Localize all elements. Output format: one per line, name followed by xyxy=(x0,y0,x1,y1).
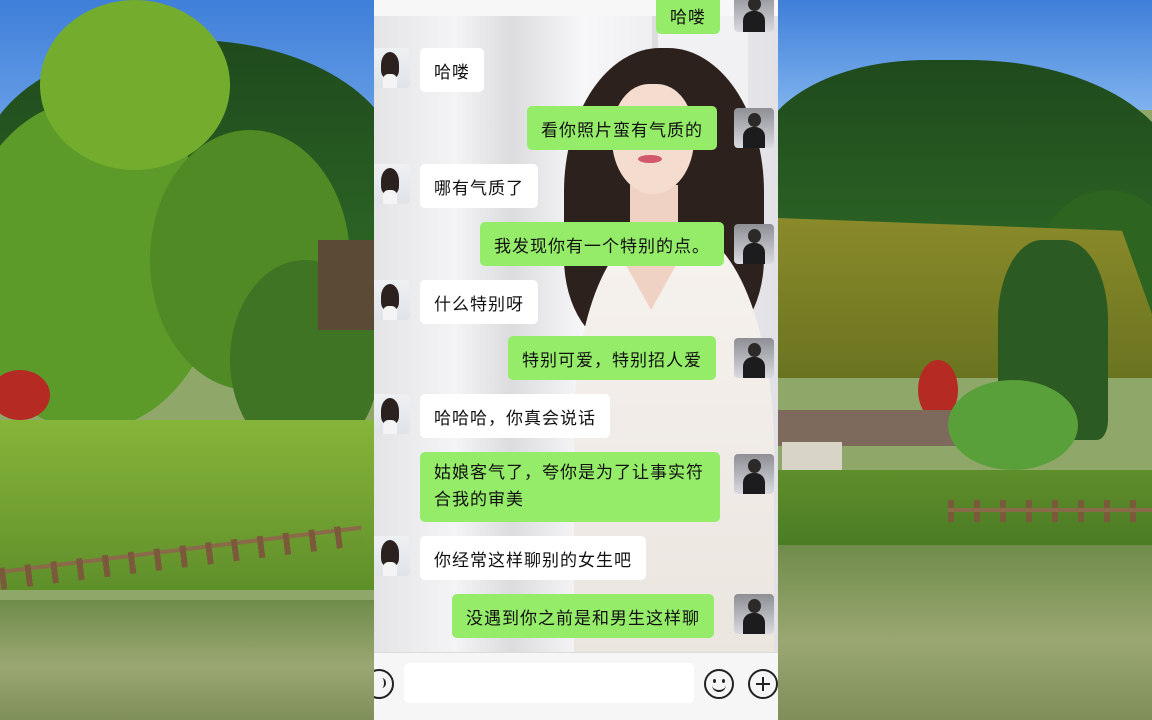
voice-icon[interactable] xyxy=(374,669,394,699)
avatar-her-icon[interactable] xyxy=(374,48,410,88)
message-bubble-sent[interactable]: 特别可爱，特别招人爱 xyxy=(508,336,716,380)
avatar-her-icon[interactable] xyxy=(374,164,410,204)
right-scenery-panel xyxy=(778,0,1152,720)
avatar-her-icon[interactable] xyxy=(374,280,410,320)
left-scenery-panel xyxy=(0,0,374,720)
avatar-her-icon[interactable] xyxy=(374,536,410,576)
message-input[interactable] xyxy=(404,663,694,703)
shed-roof xyxy=(778,410,964,446)
hut-roof xyxy=(318,240,374,330)
avatar-me-icon[interactable] xyxy=(734,108,774,148)
pond xyxy=(778,545,1152,720)
chat-screen: 哈喽 哈喽 看你照片蛮有气质的 哪有气质了 我发现你有一个特别的点。 什么特别呀… xyxy=(374,0,778,720)
tree xyxy=(40,0,230,170)
avatar-me-icon[interactable] xyxy=(734,454,774,494)
bush xyxy=(948,380,1078,470)
message-bubble-sent[interactable]: 我发现你有一个特别的点。 xyxy=(480,222,724,266)
emoji-icon[interactable] xyxy=(704,669,734,699)
plus-icon[interactable] xyxy=(748,669,778,699)
avatar-her-icon[interactable] xyxy=(374,394,410,434)
message-bubble-received[interactable]: 哈喽 xyxy=(420,48,484,92)
message-bubble-received[interactable]: 什么特别呀 xyxy=(420,280,538,324)
avatar-me-icon[interactable] xyxy=(734,594,774,634)
avatar-me-icon[interactable] xyxy=(734,224,774,264)
chat-input-bar xyxy=(374,652,778,720)
avatar-me-icon[interactable] xyxy=(734,338,774,378)
pond xyxy=(0,600,374,720)
message-bubble-received[interactable]: 哈哈哈，你真会说话 xyxy=(420,394,610,438)
message-bubble-received[interactable]: 你经常这样聊别的女生吧 xyxy=(420,536,646,580)
message-bubble-sent[interactable]: 没遇到你之前是和男生这样聊 xyxy=(452,594,714,638)
message-bubble-sent[interactable]: 姑娘客气了，夸你是为了让事实符合我的审美 xyxy=(420,452,720,522)
message-bubble-sent[interactable]: 看你照片蛮有气质的 xyxy=(527,106,717,150)
fence-rail xyxy=(948,508,1152,512)
avatar-me-icon[interactable] xyxy=(734,0,774,32)
shed-wall xyxy=(782,442,842,470)
woman-lips xyxy=(638,155,662,163)
message-bubble-received[interactable]: 哪有气质了 xyxy=(420,164,538,208)
message-bubble-sent[interactable]: 哈喽 xyxy=(656,0,720,34)
